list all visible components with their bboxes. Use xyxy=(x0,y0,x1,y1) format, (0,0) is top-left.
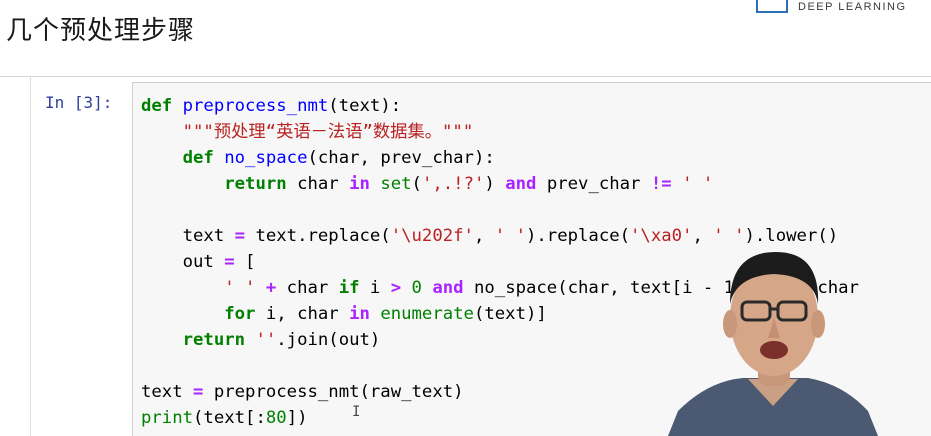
code-token: in xyxy=(349,304,370,324)
code-token: .join(out) xyxy=(276,330,381,350)
code-token: ' ' xyxy=(224,278,256,298)
code-token: ( xyxy=(411,174,422,194)
code-token: (char, prev_char): xyxy=(307,148,495,168)
code-token: char xyxy=(276,278,339,298)
logo-text: DEEP LEARNING xyxy=(798,1,907,13)
presenter-mouth xyxy=(760,341,788,359)
code-line: return char in set(',.!?') and prev_char… xyxy=(141,171,859,197)
code-token: (text[: xyxy=(193,408,266,428)
code-token: for xyxy=(224,304,256,324)
cell-prompt: In [3]: xyxy=(45,93,113,112)
presenter-video-overlay xyxy=(668,252,878,436)
code-line: def no_space(char, prev_char): xyxy=(141,145,859,171)
code-token: out xyxy=(141,252,225,272)
code-token: > xyxy=(390,278,402,298)
code-token: """预处理“英语－法语”数据集。""" xyxy=(182,122,474,142)
code-token: '\xa0' xyxy=(630,226,693,246)
code-token: = xyxy=(224,252,235,272)
code-token: preprocess_nmt(raw_text) xyxy=(203,382,464,402)
code-token: def xyxy=(182,148,214,168)
code-token: i, char xyxy=(255,304,350,324)
presenter-ear-left xyxy=(723,310,737,338)
code-token: text xyxy=(141,382,194,402)
code-token: def xyxy=(141,96,173,116)
code-token: ]) xyxy=(286,408,308,428)
code-token: set xyxy=(380,174,412,194)
code-line: """预处理“英语－法语”数据集。""" xyxy=(141,119,859,145)
code-token: ' ' xyxy=(494,226,526,246)
code-token: = xyxy=(234,226,246,246)
code-token: i xyxy=(359,278,391,298)
code-token: = xyxy=(193,382,204,402)
code-token: 80 xyxy=(265,408,287,428)
slide-title: 几个预处理步骤 xyxy=(6,16,196,46)
text-cursor-icon: I xyxy=(352,404,361,420)
deep-learning-logo-icon xyxy=(756,0,788,13)
code-token: ).replace( xyxy=(525,226,631,246)
deep-learning-logo: DEEP LEARNING xyxy=(756,0,931,14)
code-token: ).lower() xyxy=(744,226,839,246)
code-token: ' ' xyxy=(713,226,745,246)
code-token: '' xyxy=(255,330,277,350)
code-token: char xyxy=(286,174,350,194)
code-token: enumerate xyxy=(380,304,474,324)
code-token: and xyxy=(505,174,537,194)
code-token: in xyxy=(349,174,370,194)
code-token: preprocess_nmt xyxy=(182,96,329,116)
code-token: != xyxy=(650,174,672,194)
code-token: ) xyxy=(484,174,506,194)
code-token: ',.!?' xyxy=(421,174,485,194)
code-token: ' ' xyxy=(682,174,714,194)
code-token: text.replace( xyxy=(245,226,391,246)
code-token: and xyxy=(432,278,464,298)
code-token: (text): xyxy=(328,96,402,116)
presenter-ear-right xyxy=(811,310,825,338)
code-token: if xyxy=(338,278,360,298)
code-token: , xyxy=(473,226,495,246)
code-token: , xyxy=(692,226,714,246)
code-token: return xyxy=(182,330,246,350)
code-token: no_space xyxy=(224,148,308,168)
cell-left-border xyxy=(30,77,31,436)
code-token: print xyxy=(141,408,194,428)
code-token: '\u202f' xyxy=(390,226,474,246)
code-token: (text)] xyxy=(473,304,547,324)
code-token: [ xyxy=(234,252,256,272)
code-token: return xyxy=(224,174,287,194)
code-token: 0 xyxy=(411,278,422,298)
code-line: def preprocess_nmt(text): xyxy=(141,93,859,119)
code-token: prev_char xyxy=(536,174,651,194)
code-token: + xyxy=(265,278,277,298)
code-token: text xyxy=(141,226,235,246)
